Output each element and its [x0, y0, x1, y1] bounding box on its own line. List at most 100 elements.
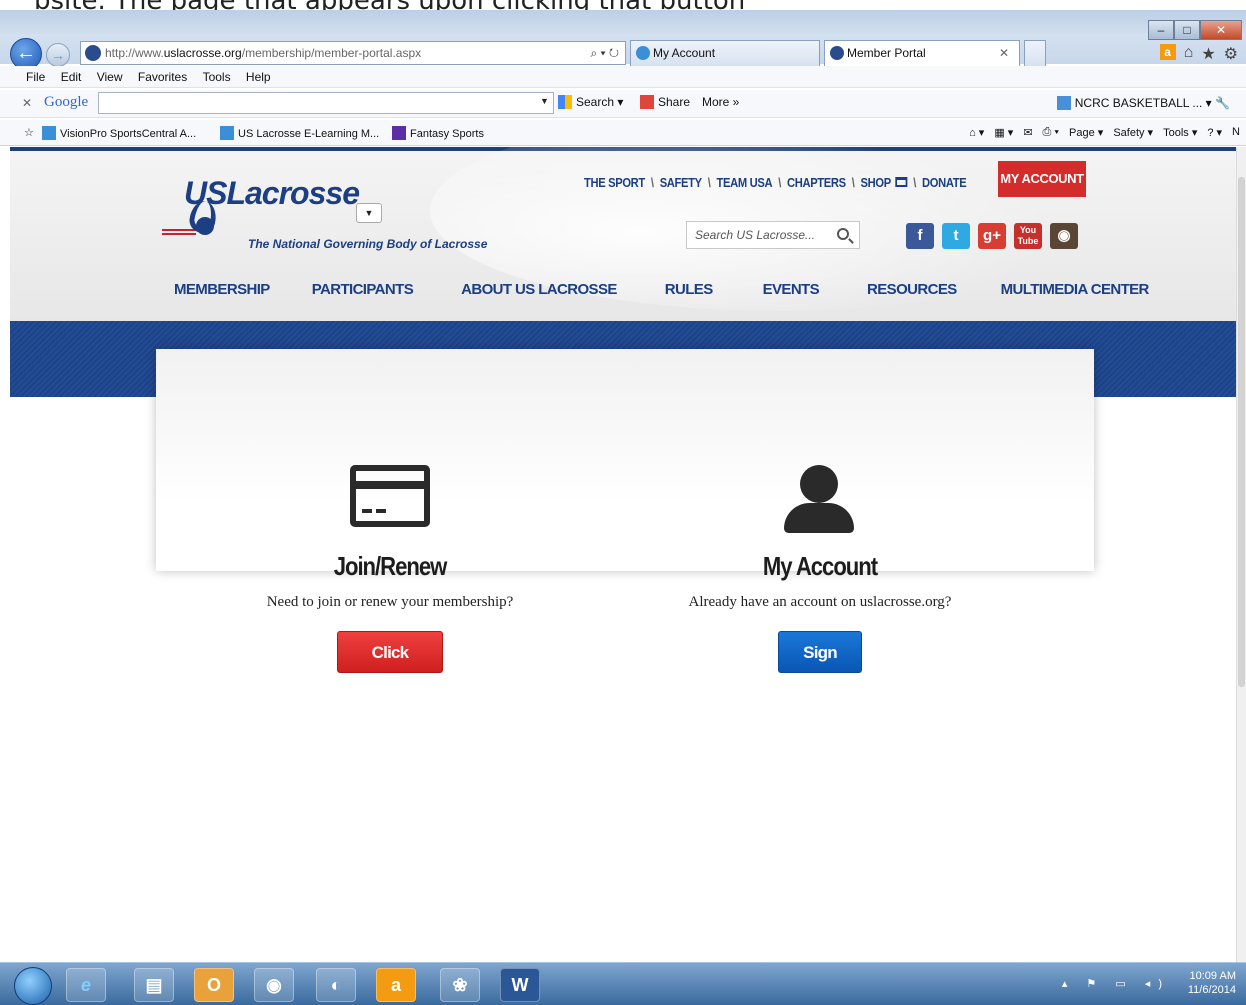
account-label: NCRC BASKETBALL ... ▾ [1074, 96, 1212, 110]
address-search-refresh-icons[interactable]: ⌕ ▾ ↻ [590, 42, 619, 64]
share-icon [640, 95, 654, 109]
google-search-label: Search ▾ [576, 95, 624, 109]
nav-membership[interactable]: MEMBERSHIP [174, 281, 270, 298]
google-account-menu[interactable]: NCRC BASKETBALL ... ▾ 🔧 [1056, 96, 1230, 110]
maximize-button[interactable]: □ [1174, 20, 1200, 40]
google-logo: Google [44, 94, 89, 110]
nav-team-usa[interactable]: TEAM USA [717, 175, 773, 190]
search-icon[interactable] [837, 228, 849, 240]
nav-shop[interactable]: SHOP [861, 175, 892, 190]
page-menu[interactable]: Page ▾ [1069, 126, 1103, 139]
browser-titlebar: – □ ✕ ← → http://www.uslacrosse.org/memb… [0, 10, 1246, 70]
click-here-button[interactable]: Click Here [337, 631, 443, 704]
site-dropdown-button[interactable]: ▼ [356, 203, 382, 223]
amazon-icon[interactable]: a [1159, 44, 1176, 60]
forward-button[interactable]: → [46, 43, 70, 67]
add-favorite-icon[interactable]: ☆ [24, 126, 34, 139]
word-icon[interactable]: W [500, 968, 540, 1002]
print-icon[interactable]: ⎙ ▾ [1043, 126, 1059, 139]
menu-tools[interactable]: Tools [203, 66, 231, 88]
twitter-icon[interactable]: t [942, 223, 970, 249]
web-page: USLacrosse The National Governing Body o… [10, 147, 1236, 962]
site-search-input[interactable]: Search US Lacrosse... [686, 221, 860, 249]
favorite-label: VisionPro SportsCentral A... [60, 128, 197, 140]
start-button[interactable] [14, 967, 52, 1005]
ie-page-icon [636, 46, 650, 60]
main-nav: MEMBERSHIP PARTICIPANTS ABOUT US LACROSS… [174, 281, 1149, 298]
google-search-input[interactable] [98, 92, 554, 114]
firefox-icon[interactable]: ◐ [316, 968, 356, 1002]
menu-edit[interactable]: Edit [61, 66, 82, 88]
mail-icon[interactable]: ✉ [1023, 126, 1032, 139]
my-account-button[interactable]: MY ACCOUNT [998, 161, 1086, 197]
file-explorer-icon[interactable]: ▤ [134, 968, 174, 1002]
cart-icon[interactable] [895, 177, 908, 187]
page-scrollbar[interactable] [1236, 147, 1246, 962]
feeds-icon[interactable]: ▦ ▾ [994, 126, 1013, 139]
google-plus-icon[interactable]: g+ [978, 223, 1006, 249]
favorite-us-lacrosse-elearning[interactable]: US Lacrosse E-Learning M... [220, 126, 379, 140]
share-label: Share [658, 95, 691, 109]
google-more-button[interactable]: More » [702, 95, 739, 109]
menu-help[interactable]: Help [246, 66, 271, 88]
scrollbar-thumb[interactable] [1238, 177, 1245, 687]
home-icon[interactable]: ⌂ [1184, 44, 1194, 64]
onenote-icon[interactable]: N [1232, 126, 1240, 139]
google-share-button[interactable]: Share [640, 95, 690, 109]
google-search-button[interactable]: Search ▾ [558, 95, 623, 109]
menu-file[interactable]: File [26, 66, 45, 88]
nav-resources[interactable]: RESOURCES [867, 281, 957, 298]
site-header: USLacrosse The National Governing Body o… [10, 147, 1236, 321]
nav-donate[interactable]: DONATE [922, 175, 967, 190]
home-dropdown-icon[interactable]: ⌂ ▾ [969, 126, 984, 139]
close-toolbar-icon[interactable]: ✕ [22, 96, 32, 110]
wrench-icon[interactable]: 🔧 [1215, 96, 1230, 110]
facebook-icon[interactable]: f [906, 223, 934, 249]
tab-my-account[interactable]: My Account [630, 40, 820, 66]
new-tab-button[interactable] [1024, 40, 1046, 66]
sign-in-button[interactable]: Sign In [778, 631, 862, 704]
menu-favorites[interactable]: Favorites [138, 66, 187, 88]
site-favicon [85, 45, 101, 61]
outlook-icon[interactable]: O [194, 968, 234, 1002]
settings-gear-icon[interactable]: ⚙ [1224, 44, 1238, 64]
instagram-icon[interactable]: ◉ [1050, 223, 1078, 249]
favorite-visionpro[interactable]: VisionPro SportsCentral A... [42, 126, 196, 140]
ie-page-icon [42, 126, 56, 140]
youtube-icon[interactable]: You Tube [1014, 223, 1042, 249]
nav-multimedia-center[interactable]: MULTIMEDIA CENTER [1001, 281, 1150, 298]
my-account-title: My Account [762, 551, 878, 581]
menu-view[interactable]: View [97, 66, 123, 88]
chevron-down-icon[interactable]: ▼ [540, 96, 549, 106]
nav-safety[interactable]: SAFETY [660, 175, 702, 190]
close-tab-icon[interactable]: ✕ [999, 41, 1009, 65]
account-icon [1056, 96, 1071, 110]
social-links: f t g+ You Tube ◉ [906, 223, 1078, 249]
help-icon[interactable]: ? ▾ [1207, 126, 1222, 139]
close-window-button[interactable]: ✕ [1200, 20, 1242, 40]
tab-member-portal[interactable]: Member Portal ✕ [824, 40, 1020, 66]
favorites-star-icon[interactable]: ★ [1201, 44, 1215, 64]
favorite-fantasy-sports[interactable]: Fantasy Sports [392, 126, 484, 140]
nav-about-us-lacrosse[interactable]: ABOUT US LACROSSE [461, 281, 617, 298]
internet-explorer-icon[interactable]: e [66, 968, 106, 1002]
nav-the-sport[interactable]: THE SPORT [584, 175, 645, 190]
minimize-button[interactable]: – [1148, 20, 1174, 40]
address-bar[interactable]: http://www.uslacrosse.org/membership/mem… [80, 41, 626, 65]
paw-app-icon[interactable]: ❀ [440, 968, 480, 1002]
nav-rules[interactable]: RULES [665, 281, 713, 298]
nav-events[interactable]: EVENTS [763, 281, 820, 298]
tools-menu[interactable]: Tools ▾ [1163, 126, 1197, 139]
nav-chapters[interactable]: CHAPTERS [787, 175, 846, 190]
nav-participants[interactable]: PARTICIPANTS [312, 281, 414, 298]
safety-menu[interactable]: Safety ▾ [1113, 126, 1153, 139]
chrome-icon[interactable]: ◉ [254, 968, 294, 1002]
logo-lines [162, 229, 196, 235]
join-renew-title: Join/Renew [333, 551, 448, 581]
system-tray-icons[interactable]: ▴ ⚑ ▭ ◂) [1062, 977, 1170, 990]
join-renew-description: Need to join or renew your membership? [266, 594, 514, 610]
amazon-icon[interactable]: a [376, 968, 416, 1002]
clock[interactable]: 10:09 AM 11/6/2014 [1188, 969, 1236, 997]
us-lacrosse-logo[interactable]: USLacrosse The National Governing Body o… [160, 171, 500, 255]
lacrosse-ball-icon [196, 217, 214, 235]
